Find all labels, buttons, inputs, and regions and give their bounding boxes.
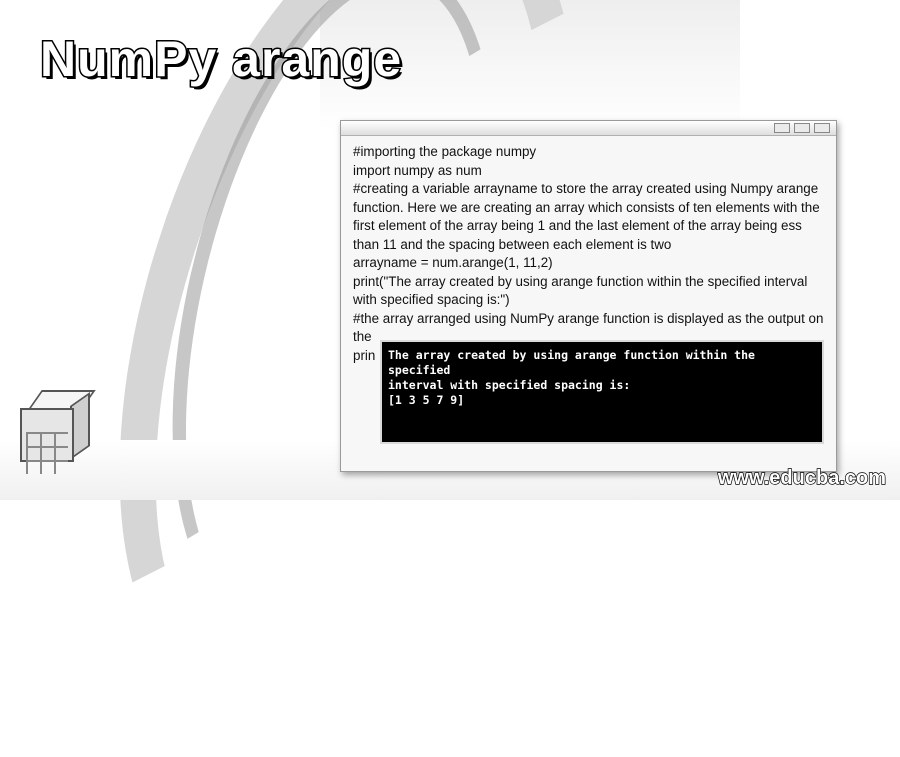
- output-console: The array created by using arange functi…: [380, 340, 824, 444]
- watermark: www.educba.com: [717, 466, 887, 489]
- console-line: interval with specified spacing is:: [388, 378, 631, 392]
- cube-logo-icon: [20, 390, 96, 474]
- page-title: NumPy arange: [38, 30, 403, 89]
- code-line: #importing the package numpy: [353, 144, 537, 159]
- code-line: arrayname = num.arange(1, 11,2): [353, 255, 553, 270]
- console-line: [1 3 5 7 9]: [388, 393, 465, 407]
- close-icon[interactable]: [814, 123, 830, 133]
- minimize-icon[interactable]: [774, 123, 790, 133]
- code-line: print("The array created by using arange…: [353, 273, 808, 308]
- console-line: The array created by using arange functi…: [388, 348, 762, 377]
- editor-title-bar: [341, 121, 836, 136]
- code-area[interactable]: #importing the package numpy import nump…: [353, 143, 828, 365]
- code-line: import numpy as num: [353, 162, 482, 178]
- maximize-icon[interactable]: [794, 123, 810, 133]
- code-line: #creating a variable arrayname to store …: [353, 181, 820, 252]
